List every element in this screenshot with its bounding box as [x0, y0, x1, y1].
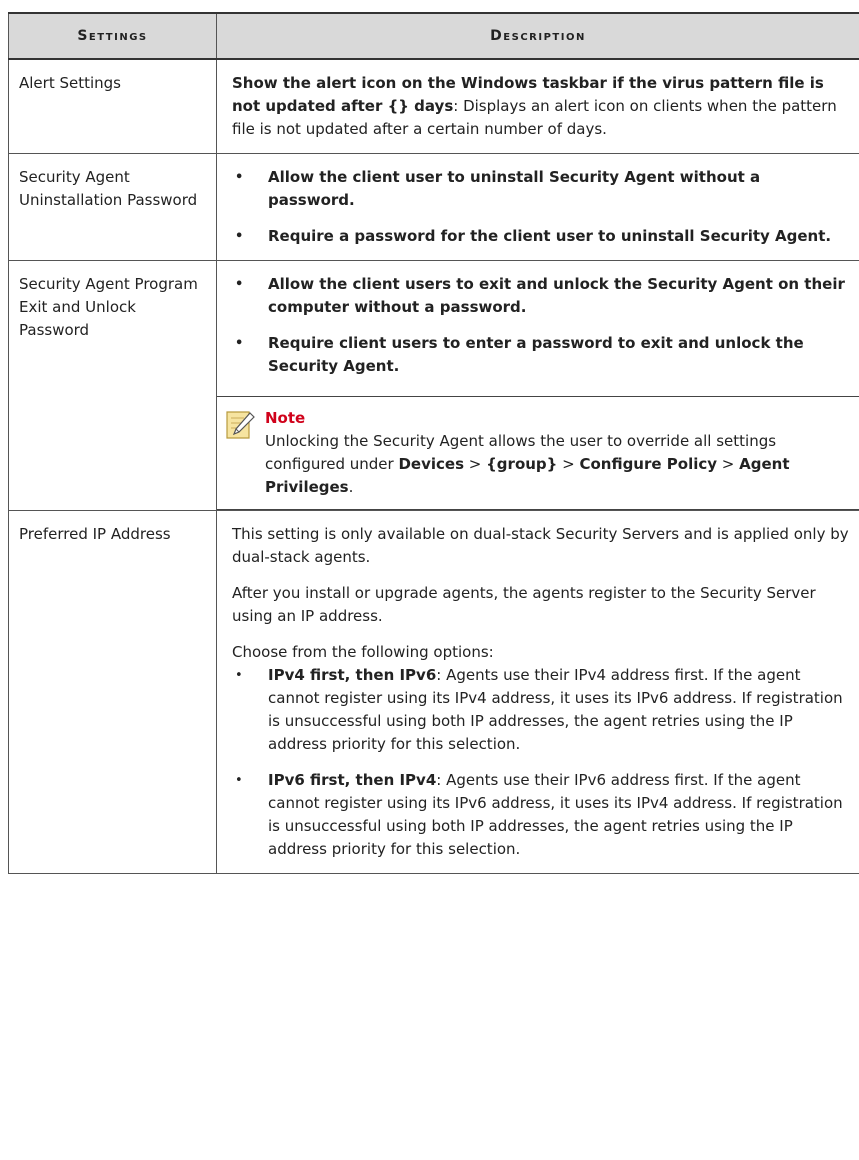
list-item: Allow the client users to exit and unloc…	[232, 273, 849, 319]
note-pencil-icon	[226, 411, 255, 439]
nav-devices: Devices	[398, 455, 465, 473]
setting-description: Allow the client users to exit and unloc…	[216, 260, 859, 511]
setting-name: Security Agent Program Exit and Unlock P…	[8, 260, 217, 511]
table-row-alert-settings: Alert Settings Show the alert icon on th…	[8, 58, 859, 154]
settings-table: Settings Description Alert Settings Show…	[8, 12, 859, 874]
paragraph: Choose from the following options:	[232, 643, 494, 661]
setting-name: Alert Settings	[8, 58, 217, 154]
note-text: Unlocking the Security Agent allows the …	[265, 432, 790, 496]
option-list: Allow the client user to uninstall Secur…	[232, 166, 849, 248]
list-item: Allow the client user to uninstall Secur…	[232, 166, 849, 212]
nav-configure-policy: Configure Policy	[579, 455, 718, 473]
note-box: Note Unlocking the Security Agent allows…	[217, 396, 859, 510]
description-column-header: Description	[216, 12, 859, 60]
table-row-preferred-ip: Preferred IP Address This setting is onl…	[8, 510, 859, 874]
table-row-uninstall-password: Security Agent Uninstallation Password A…	[8, 153, 859, 261]
option-list: IPv4 first, then IPv6: Agents use their …	[232, 664, 849, 861]
note-title: Note	[265, 409, 306, 427]
header-row: Settings Description	[8, 12, 859, 60]
setting-name: Preferred IP Address	[8, 510, 217, 874]
list-item: IPv4 first, then IPv6: Agents use their …	[232, 664, 849, 756]
list-item: Require client users to enter a password…	[232, 332, 849, 378]
paragraph: This setting is only available on dual-s…	[232, 525, 849, 566]
table-row-exit-unlock-password: Security Agent Program Exit and Unlock P…	[8, 260, 859, 511]
list-item: Require a password for the client user t…	[232, 225, 849, 248]
list-item: IPv6 first, then IPv4: Agents use their …	[232, 769, 849, 861]
settings-column-header: Settings	[8, 12, 217, 60]
option-list: Allow the client users to exit and unloc…	[232, 273, 849, 378]
setting-description: Allow the client user to uninstall Secur…	[216, 153, 859, 261]
setting-description: Show the alert icon on the Windows taskb…	[216, 58, 859, 154]
nav-group: {group}	[486, 455, 558, 473]
paragraph: After you install or upgrade agents, the…	[232, 584, 816, 625]
setting-description: This setting is only available on dual-s…	[216, 510, 859, 874]
setting-name: Security Agent Uninstallation Password	[8, 153, 217, 261]
